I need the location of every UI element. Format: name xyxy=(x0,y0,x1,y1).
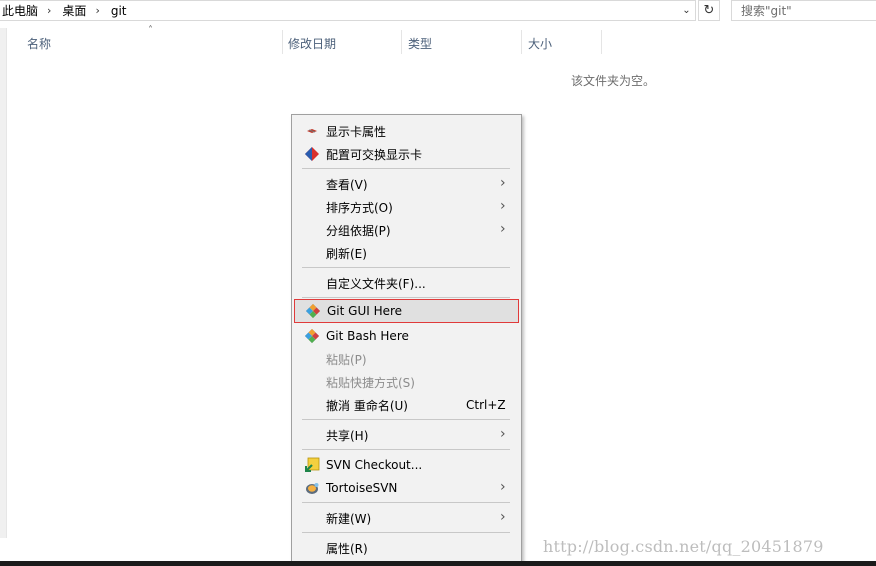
column-header-size[interactable]: 大小 xyxy=(528,32,552,54)
menu-item-switchable-graphics[interactable]: 配置可交换显示卡 xyxy=(294,143,519,165)
navigation-pane-scrollbar[interactable] xyxy=(0,28,7,538)
column-label: 大小 xyxy=(528,36,553,51)
submenu-arrow-icon: › xyxy=(500,426,506,442)
search-input[interactable]: 搜索"git" xyxy=(731,0,876,21)
search-placeholder: 搜索"git" xyxy=(741,4,792,18)
menu-item-git-gui-here[interactable]: Git GUI Here xyxy=(294,299,519,323)
menu-label: 排序方式(O) xyxy=(326,200,393,215)
breadcrumb: 此电脑 › 桌面 › git xyxy=(0,1,129,20)
column-label: 修改日期 xyxy=(288,36,337,51)
menu-separator xyxy=(302,297,510,298)
menu-item-tortoise-svn[interactable]: TortoiseSVN › xyxy=(294,477,519,499)
menu-separator xyxy=(302,419,510,420)
column-header-date[interactable]: 修改日期 xyxy=(288,32,336,54)
column-label: 名称 xyxy=(27,36,52,51)
menu-label: 自定义文件夹(F)... xyxy=(326,276,426,291)
menu-item-paste[interactable]: 粘贴(P) xyxy=(294,348,519,370)
menu-label: TortoiseSVN xyxy=(326,481,398,495)
menu-item-customize-folder[interactable]: 自定义文件夹(F)... xyxy=(294,272,519,294)
menu-label: 共享(H) xyxy=(326,428,369,443)
menu-item-sort-by[interactable]: 排序方式(O) › xyxy=(294,196,519,218)
menu-label: 查看(V) xyxy=(326,177,368,192)
git-gui-icon xyxy=(305,303,321,319)
menu-separator xyxy=(302,168,510,169)
menu-label: 刷新(E) xyxy=(326,246,367,261)
menu-label: 分组依据(P) xyxy=(326,223,391,238)
menu-shortcut: Ctrl+Z xyxy=(466,398,506,412)
watermark: http://blog.csdn.net/qq_20451879 xyxy=(543,537,824,556)
menu-item-undo-rename[interactable]: 撤消 重命名(U) Ctrl+Z xyxy=(294,394,519,416)
submenu-arrow-icon: › xyxy=(500,175,506,191)
menu-item-properties[interactable]: 属性(R) xyxy=(294,537,519,559)
menu-separator xyxy=(302,267,510,268)
column-header-type[interactable]: 类型 xyxy=(408,32,432,54)
switchable-graphics-icon xyxy=(305,147,319,161)
git-bash-icon xyxy=(304,328,320,344)
menu-item-share[interactable]: 共享(H) › xyxy=(294,424,519,446)
menu-label: Git GUI Here xyxy=(327,304,403,318)
chevron-down-icon[interactable]: ⌄ xyxy=(678,1,695,20)
menu-label: 粘贴快捷方式(S) xyxy=(326,375,415,390)
submenu-arrow-icon: › xyxy=(500,198,506,214)
graphics-card-icon xyxy=(307,129,317,133)
menu-separator xyxy=(302,502,510,503)
menu-item-git-bash-here[interactable]: Git Bash Here xyxy=(294,325,519,347)
menu-label: 新建(W) xyxy=(326,511,372,526)
column-divider[interactable] xyxy=(282,30,283,54)
bottom-edge xyxy=(0,561,876,566)
address-bar[interactable]: 此电脑 › 桌面 › git ⌄ xyxy=(0,0,696,21)
submenu-arrow-icon: › xyxy=(500,509,506,525)
column-header-name[interactable]: 名称 xyxy=(27,32,51,54)
menu-label: 配置可交换显示卡 xyxy=(326,147,423,162)
menu-label: Git Bash Here xyxy=(326,329,409,343)
column-divider[interactable] xyxy=(401,30,402,54)
menu-item-new[interactable]: 新建(W) › xyxy=(294,507,519,529)
tortoise-svn-icon xyxy=(306,483,319,494)
menu-item-refresh[interactable]: 刷新(E) xyxy=(294,242,519,264)
menu-item-paste-shortcut[interactable]: 粘贴快捷方式(S) xyxy=(294,371,519,393)
breadcrumb-desktop[interactable]: 桌面 xyxy=(60,2,88,19)
column-label: 类型 xyxy=(408,36,433,51)
menu-item-svn-checkout[interactable]: SVN Checkout... xyxy=(294,454,519,476)
svn-checkout-icon xyxy=(305,457,320,472)
menu-label: 属性(R) xyxy=(326,541,368,556)
menu-label: 显示卡属性 xyxy=(326,124,387,139)
menu-separator xyxy=(302,449,510,450)
menu-label: 粘贴(P) xyxy=(326,352,367,367)
breadcrumb-git[interactable]: git xyxy=(109,4,129,18)
menu-label: SVN Checkout... xyxy=(326,458,423,472)
menu-item-display-properties[interactable]: 显示卡属性 xyxy=(294,120,519,142)
empty-folder-message: 该文件夹为空。 xyxy=(571,74,656,88)
sort-ascending-icon: ˄ xyxy=(148,25,153,36)
column-divider[interactable] xyxy=(601,30,602,54)
refresh-icon[interactable]: ↻ xyxy=(698,0,720,21)
menu-item-group-by[interactable]: 分组依据(P) › xyxy=(294,219,519,241)
menu-label: 撤消 重命名(U) xyxy=(326,398,408,413)
submenu-arrow-icon: › xyxy=(500,221,506,237)
column-divider[interactable] xyxy=(521,30,522,54)
chevron-right-icon[interactable]: › xyxy=(40,4,60,17)
breadcrumb-this-pc[interactable]: 此电脑 xyxy=(0,2,40,19)
menu-item-view[interactable]: 查看(V) › xyxy=(294,173,519,195)
menu-separator xyxy=(302,532,510,533)
context-menu: 显示卡属性 配置可交换显示卡 查看(V) › 排序方式(O) › 分组依据(P)… xyxy=(291,114,522,564)
submenu-arrow-icon: › xyxy=(500,479,506,495)
chevron-right-icon[interactable]: › xyxy=(88,4,108,17)
